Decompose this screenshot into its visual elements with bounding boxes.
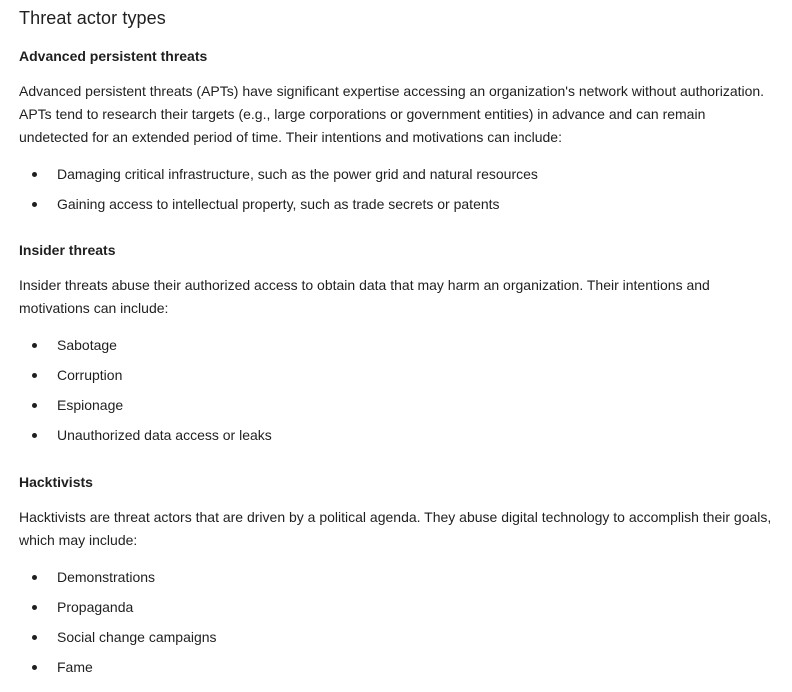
list-item: Unauthorized data access or leaks xyxy=(19,425,772,445)
list-item-text: Unauthorized data access or leaks xyxy=(57,427,272,443)
section-paragraph-hacktivists: Hacktivists are threat actors that are d… xyxy=(19,509,772,548)
list-item-text: Corruption xyxy=(57,367,123,383)
list-item-text: Fame xyxy=(57,659,93,675)
page-title: Threat actor types xyxy=(19,8,166,28)
bullet-icon xyxy=(32,373,37,378)
bullet-list-apt: Damaging critical infrastructure, such a… xyxy=(19,164,772,214)
list-item: Corruption xyxy=(19,365,772,385)
section-paragraph-apt: Advanced persistent threats (APTs) have … xyxy=(19,83,765,145)
section-heading-insider: Insider threats xyxy=(19,242,116,258)
list-item-text: Gaining access to intellectual property,… xyxy=(57,196,500,212)
bullet-icon xyxy=(32,433,37,438)
list-item: Demonstrations xyxy=(19,567,772,587)
list-item: Sabotage xyxy=(19,335,772,355)
bullet-list-insider: Sabotage Corruption Espionage Unauthoriz… xyxy=(19,335,772,445)
list-item-text: Sabotage xyxy=(57,337,117,353)
bullet-icon xyxy=(32,172,37,177)
list-item: Fame xyxy=(19,657,772,677)
list-item: Propaganda xyxy=(19,597,772,617)
section-paragraph-insider: Insider threats abuse their authorized a… xyxy=(19,277,710,316)
list-item: Social change campaigns xyxy=(19,627,772,647)
bullet-icon xyxy=(32,343,37,348)
list-item-text: Demonstrations xyxy=(57,569,156,585)
list-item: Damaging critical infrastructure, such a… xyxy=(19,164,772,184)
document-page: Threat actor types Advanced persistent t… xyxy=(0,0,792,677)
bullet-icon xyxy=(32,665,37,670)
list-item: Espionage xyxy=(19,395,772,415)
section-heading-apt: Advanced persistent threats xyxy=(19,48,208,64)
section-heading-hacktivists: Hacktivists xyxy=(19,474,93,490)
bullet-icon xyxy=(32,605,37,610)
list-item-text: Damaging critical infrastructure, such a… xyxy=(57,166,538,182)
bullet-list-hacktivists: Demonstrations Propaganda Social change … xyxy=(19,567,772,677)
bullet-icon xyxy=(32,202,37,207)
list-item: Gaining access to intellectual property,… xyxy=(19,194,772,214)
bullet-icon xyxy=(32,635,37,640)
list-item-text: Espionage xyxy=(57,397,124,413)
bullet-icon xyxy=(32,575,37,580)
list-item-text: Social change campaigns xyxy=(57,629,217,645)
bullet-icon xyxy=(32,403,37,408)
list-item-text: Propaganda xyxy=(57,599,134,615)
